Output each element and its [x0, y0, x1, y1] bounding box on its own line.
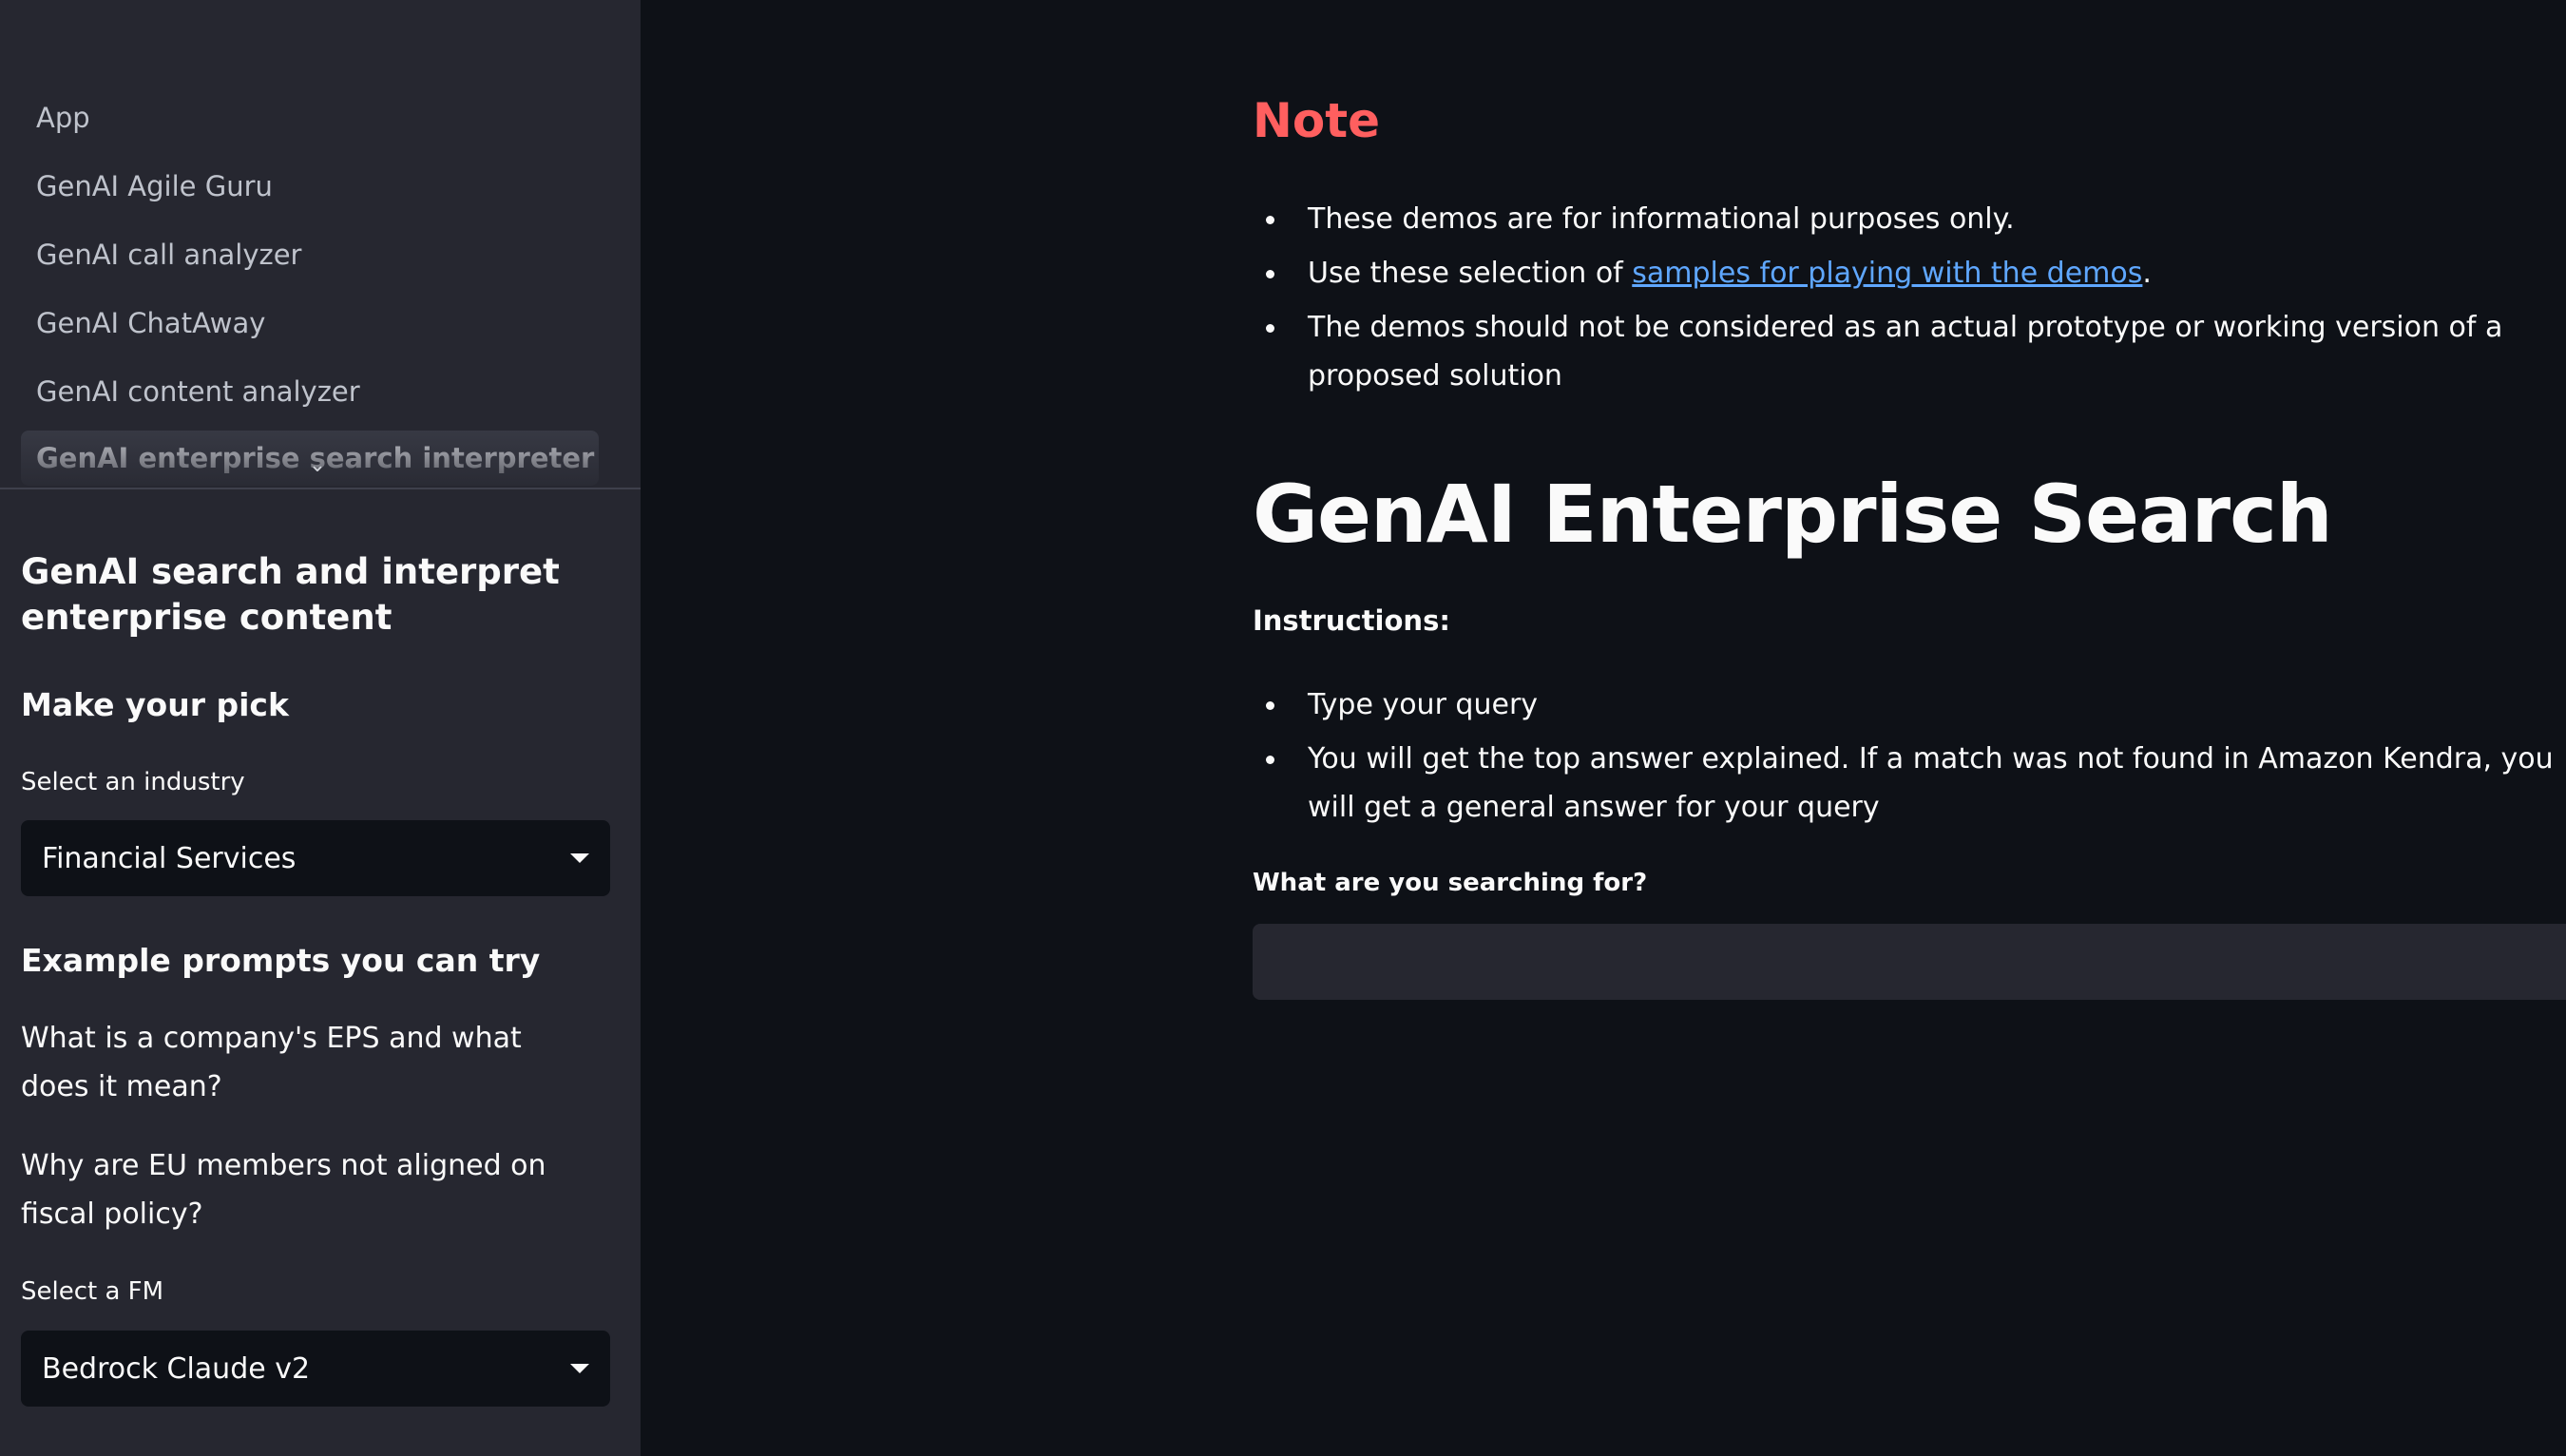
instruction-text: You will get the top answer explained. I… — [1308, 742, 2554, 824]
note-item-text: . — [2142, 257, 2152, 290]
sidebar-item-label: GenAI content analyzer — [36, 375, 360, 408]
example-prompt: Why are EU members not aligned on fiscal… — [21, 1149, 546, 1231]
sidebar-item-label: GenAI ChatAway — [36, 307, 266, 339]
list-item: These demos are for informational purpos… — [1253, 195, 2545, 243]
sidebar-item-label: GenAI call analyzer — [36, 239, 302, 271]
list-item: You will get the top answer explained. I… — [1253, 735, 2555, 832]
note-item-text: These demos are for informational purpos… — [1308, 202, 2015, 236]
note-list: These demos are for informational purpos… — [1253, 195, 2545, 406]
caret-down-icon — [570, 1364, 589, 1373]
note-item-text: The demos should not be considered as an… — [1308, 311, 2503, 393]
example-prompt: What is a company's EPS and what does it… — [21, 1022, 522, 1103]
example-prompts-heading: Example prompts you can try — [21, 942, 541, 979]
instructions-label: Instructions: — [1253, 604, 1450, 637]
fm-select[interactable]: Bedrock Claude v2 — [21, 1331, 610, 1407]
sidebar-item-label: App — [36, 102, 90, 134]
main-content: Note These demos are for informational p… — [641, 0, 2566, 1456]
list-item: The demos should not be considered as an… — [1253, 303, 2545, 400]
sidebar-item-app[interactable]: App — [21, 90, 599, 145]
chevron-down-icon[interactable]: ⌄ — [306, 454, 329, 477]
page-title: GenAI Enterprise Search — [1253, 468, 2333, 561]
fm-select-value: Bedrock Claude v2 — [42, 1351, 311, 1386]
sidebar-item-genai-chataway[interactable]: GenAI ChatAway — [21, 296, 599, 351]
industry-select[interactable]: Financial Services — [21, 820, 610, 896]
fm-select-label: Select a FM — [21, 1277, 164, 1306]
samples-link[interactable]: samples for playing with the demos — [1632, 257, 2142, 290]
note-item-text: Use these selection of — [1308, 257, 1633, 290]
industry-select-value: Financial Services — [42, 841, 297, 875]
search-input[interactable] — [1253, 924, 2566, 1000]
list-item: Use these selection of samples for playi… — [1253, 249, 2545, 297]
sidebar-nav: App GenAI Agile Guru GenAI call analyzer… — [0, 84, 641, 488]
sidebar-item-genai-call-analyzer[interactable]: GenAI call analyzer — [21, 227, 599, 282]
instructions-list: Type your query You will get the top ans… — [1253, 680, 2555, 837]
note-heading: Note — [1253, 93, 1381, 148]
list-item: Type your query — [1253, 680, 2555, 729]
sidebar-item-genai-agile-guru[interactable]: GenAI Agile Guru — [21, 159, 599, 214]
sidebar: App GenAI Agile Guru GenAI call analyzer… — [0, 0, 641, 1456]
sidebar-item-label: GenAI Agile Guru — [36, 170, 273, 202]
make-your-pick-heading: Make your pick — [21, 686, 289, 723]
sidebar-divider — [0, 488, 641, 489]
search-input-label: What are you searching for? — [1253, 869, 1648, 897]
sidebar-title: GenAI search and interpret enterprise co… — [21, 551, 560, 638]
caret-down-icon — [570, 853, 589, 863]
industry-select-label: Select an industry — [21, 768, 245, 796]
sidebar-item-genai-content-analyzer[interactable]: GenAI content analyzer — [21, 364, 599, 419]
instruction-text: Type your query — [1308, 688, 1539, 721]
